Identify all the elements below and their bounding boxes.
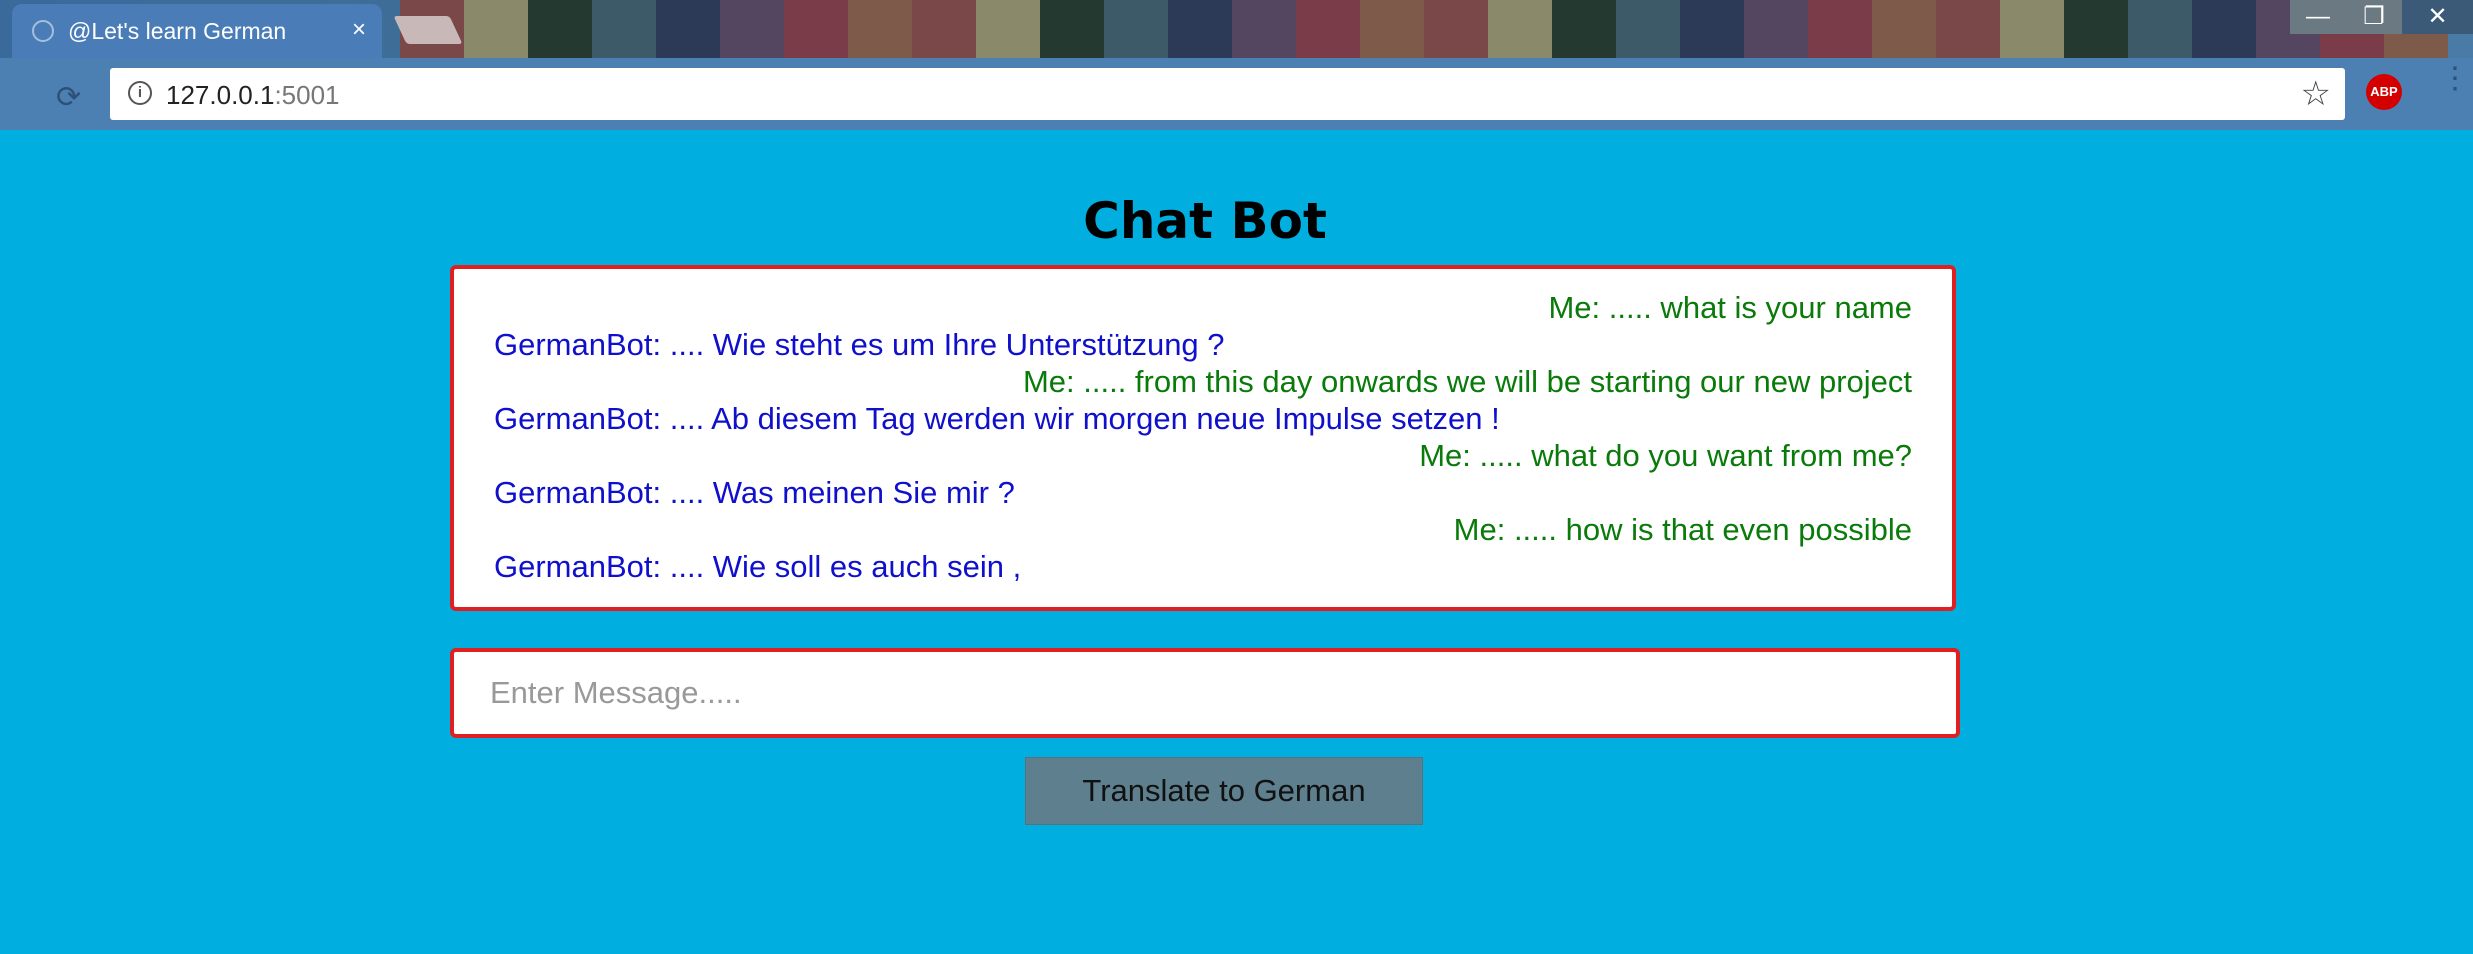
titlebar-stripe xyxy=(1680,0,1744,58)
titlebar-stripe xyxy=(848,0,912,58)
page-favicon-icon xyxy=(32,20,54,42)
tab-title: @Let's learn German xyxy=(68,18,287,44)
window-maximize-button[interactable]: ❐ xyxy=(2346,0,2402,34)
bot-message: GermanBot: .... Wie steht es um Ihre Unt… xyxy=(494,327,1225,362)
bot-message: GermanBot: .... Wie soll es auch sein , xyxy=(494,549,1022,584)
titlebar-stripe xyxy=(2000,0,2064,58)
browser-menu-icon[interactable]: ⋮ xyxy=(2440,64,2470,94)
titlebar-stripe xyxy=(976,0,1040,58)
url-host: 127.0.0.1 xyxy=(166,80,275,110)
user-message: Me: ..... what do you want from me? xyxy=(1419,438,1912,473)
translate-button[interactable]: Translate to German xyxy=(1025,757,1423,825)
titlebar-stripe xyxy=(2192,0,2256,58)
page-title: Chat Bot xyxy=(1083,192,1327,250)
user-message: Me: ..... from this day onwards we will … xyxy=(1022,364,1912,399)
user-message: Me: ..... what is your name xyxy=(1548,290,1912,325)
address-bar[interactable]: i 127.0.0.1:5001 ☆ xyxy=(110,68,2345,120)
titlebar-stripe xyxy=(2064,0,2128,58)
url-port: :5001 xyxy=(274,80,340,110)
site-info-icon[interactable]: i xyxy=(128,81,152,105)
titlebar-stripe xyxy=(1744,0,1808,58)
titlebar-stripe xyxy=(1040,0,1104,58)
url-text: 127.0.0.1:5001 xyxy=(166,80,340,111)
titlebar-stripe xyxy=(528,0,592,58)
titlebar-stripe xyxy=(1808,0,1872,58)
bot-message: GermanBot: .... Was meinen Sie mir ? xyxy=(494,475,1015,510)
reload-icon[interactable]: ⟳ xyxy=(56,80,81,115)
titlebar-stripe xyxy=(1872,0,1936,58)
window-close-button[interactable]: ✕ xyxy=(2402,0,2473,34)
chat-log: Me: ..... what is your name GermanBot: ..… xyxy=(450,265,1956,611)
titlebar-stripe xyxy=(1936,0,2000,58)
titlebar-decoration xyxy=(400,0,2473,58)
titlebar-stripe xyxy=(720,0,784,58)
titlebar-stripe xyxy=(1296,0,1360,58)
titlebar-stripe xyxy=(592,0,656,58)
titlebar-stripe xyxy=(1104,0,1168,58)
titlebar-stripe xyxy=(464,0,528,58)
message-input[interactable] xyxy=(450,648,1960,738)
titlebar-stripe xyxy=(1488,0,1552,58)
window-minimize-button[interactable]: — xyxy=(2290,0,2346,34)
tab-close-icon[interactable]: × xyxy=(352,16,366,44)
browser-titlebar: @Let's learn German × — ❐ ✕ xyxy=(0,0,2473,58)
user-message: Me: ..... how is that even possible xyxy=(1453,512,1912,547)
titlebar-stripe xyxy=(784,0,848,58)
titlebar-stripe xyxy=(656,0,720,58)
titlebar-stripe xyxy=(1424,0,1488,58)
titlebar-stripe xyxy=(1552,0,1616,58)
browser-toolbar: ⟳ i 127.0.0.1:5001 ☆ ABP ⋮ xyxy=(0,58,2473,130)
adblock-extension-icon[interactable]: ABP xyxy=(2366,74,2402,110)
browser-tab[interactable]: @Let's learn German × xyxy=(12,4,382,58)
titlebar-stripe xyxy=(1168,0,1232,58)
titlebar-stripe xyxy=(1232,0,1296,58)
titlebar-stripe xyxy=(912,0,976,58)
bookmark-star-icon[interactable]: ☆ xyxy=(2301,74,2331,114)
bot-message: GermanBot: .... Ab diesem Tag werden wir… xyxy=(494,401,1500,436)
titlebar-stripe xyxy=(2128,0,2192,58)
titlebar-stripe xyxy=(1360,0,1424,58)
titlebar-stripe xyxy=(1616,0,1680,58)
